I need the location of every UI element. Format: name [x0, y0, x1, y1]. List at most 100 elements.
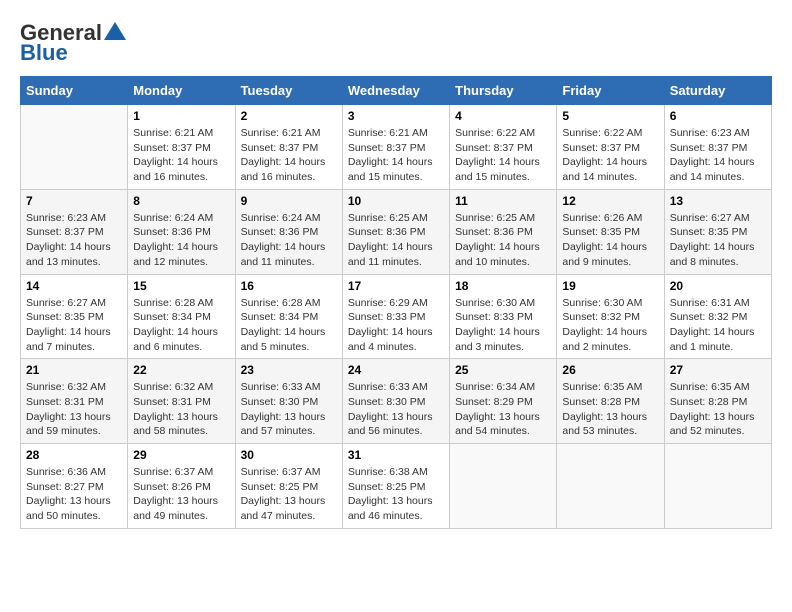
header-day-friday: Friday [557, 77, 664, 105]
header-day-wednesday: Wednesday [342, 77, 449, 105]
day-number: 9 [241, 194, 337, 208]
day-info: Sunrise: 6:21 AMSunset: 8:37 PMDaylight:… [241, 126, 337, 185]
calendar-header-row: SundayMondayTuesdayWednesdayThursdayFrid… [21, 77, 772, 105]
calendar-cell: 21Sunrise: 6:32 AMSunset: 8:31 PMDayligh… [21, 359, 128, 444]
day-number: 6 [670, 109, 766, 123]
calendar-cell [664, 444, 771, 529]
calendar-cell: 8Sunrise: 6:24 AMSunset: 8:36 PMDaylight… [128, 189, 235, 274]
day-info: Sunrise: 6:28 AMSunset: 8:34 PMDaylight:… [133, 296, 229, 355]
calendar-cell: 31 Sunrise: 6:38 AMSunset: 8:25 PMDayligh… [342, 444, 449, 529]
day-info: Sunrise: 6:28 AMSunset: 8:34 PMDaylight:… [241, 296, 337, 355]
calendar-cell: 14Sunrise: 6:27 AMSunset: 8:35 PMDayligh… [21, 274, 128, 359]
day-number: 5 [562, 109, 658, 123]
calendar-cell: 4 Sunrise: 6:22 AMSunset: 8:37 PMDaylight… [450, 105, 557, 190]
day-info: Sunrise: 6:35 AMSunset: 8:28 PMDaylight:… [562, 380, 658, 439]
day-info: Sunrise: 6:23 AMSunset: 8:37 PMDaylight:… [26, 211, 122, 270]
day-info: Sunrise: 6:27 AMSunset: 8:35 PMDaylight:… [26, 296, 122, 355]
calendar-cell: 30Sunrise: 6:37 AMSunset: 8:25 PMDayligh… [235, 444, 342, 529]
day-info: Sunrise: 6:24 AMSunset: 8:36 PMDaylight:… [241, 211, 337, 270]
calendar-cell: 6 Sunrise: 6:23 AMSunset: 8:37 PMDaylight… [664, 105, 771, 190]
calendar-cell [21, 105, 128, 190]
day-number: 31 [348, 448, 444, 462]
logo-icon [104, 22, 126, 40]
day-number: 16 [241, 279, 337, 293]
calendar-cell: 16 Sunrise: 6:28 AMSunset: 8:34 PMDayligh… [235, 274, 342, 359]
header-day-thursday: Thursday [450, 77, 557, 105]
calendar-week-row: 1Sunrise: 6:21 AMSunset: 8:37 PMDaylight… [21, 105, 772, 190]
day-info: Sunrise: 6:35 AMSunset: 8:28 PMDaylight:… [670, 380, 766, 439]
day-number: 17 [348, 279, 444, 293]
calendar-cell: 29Sunrise: 6:37 AMSunset: 8:26 PMDayligh… [128, 444, 235, 529]
calendar-cell: 17 Sunrise: 6:29 AMSunset: 8:33 PMDayligh… [342, 274, 449, 359]
day-info: Sunrise: 6:23 AMSunset: 8:37 PMDaylight:… [670, 126, 766, 185]
calendar-cell: 9 Sunrise: 6:24 AMSunset: 8:36 PMDaylight… [235, 189, 342, 274]
calendar-cell: 23 Sunrise: 6:33 AMSunset: 8:30 PMDayligh… [235, 359, 342, 444]
calendar-cell: 18 Sunrise: 6:30 AMSunset: 8:33 PMDayligh… [450, 274, 557, 359]
calendar-cell: 7 Sunrise: 6:23 AMSunset: 8:37 PMDaylight… [21, 189, 128, 274]
page-header: General Blue [20, 20, 772, 66]
day-info: Sunrise: 6:33 AMSunset: 8:30 PMDaylight:… [241, 380, 337, 439]
calendar-table: SundayMondayTuesdayWednesdayThursdayFrid… [20, 76, 772, 529]
calendar-cell: 12 Sunrise: 6:26 AMSunset: 8:35 PMDayligh… [557, 189, 664, 274]
day-info: Sunrise: 6:32 AMSunset: 8:31 PMDaylight:… [133, 380, 229, 439]
calendar-cell: 24 Sunrise: 6:33 AMSunset: 8:30 PMDayligh… [342, 359, 449, 444]
day-info: Sunrise: 6:30 AMSunset: 8:32 PMDaylight:… [562, 296, 658, 355]
calendar-cell: 20Sunrise: 6:31 AMSunset: 8:32 PMDayligh… [664, 274, 771, 359]
day-number: 19 [562, 279, 658, 293]
day-info: Sunrise: 6:27 AMSunset: 8:35 PMDaylight:… [670, 211, 766, 270]
calendar-cell: 2 Sunrise: 6:21 AMSunset: 8:37 PMDaylight… [235, 105, 342, 190]
day-info: Sunrise: 6:26 AMSunset: 8:35 PMDaylight:… [562, 211, 658, 270]
day-number: 18 [455, 279, 551, 293]
day-info: Sunrise: 6:21 AMSunset: 8:37 PMDaylight:… [133, 126, 229, 185]
header-day-sunday: Sunday [21, 77, 128, 105]
header-day-tuesday: Tuesday [235, 77, 342, 105]
day-info: Sunrise: 6:29 AMSunset: 8:33 PMDaylight:… [348, 296, 444, 355]
calendar-cell: 19 Sunrise: 6:30 AMSunset: 8:32 PMDayligh… [557, 274, 664, 359]
day-info: Sunrise: 6:32 AMSunset: 8:31 PMDaylight:… [26, 380, 122, 439]
day-number: 24 [348, 363, 444, 377]
day-info: Sunrise: 6:33 AMSunset: 8:30 PMDaylight:… [348, 380, 444, 439]
day-info: Sunrise: 6:30 AMSunset: 8:33 PMDaylight:… [455, 296, 551, 355]
calendar-cell: 1Sunrise: 6:21 AMSunset: 8:37 PMDaylight… [128, 105, 235, 190]
day-number: 25 [455, 363, 551, 377]
calendar-cell: 25Sunrise: 6:34 AMSunset: 8:29 PMDayligh… [450, 359, 557, 444]
logo: General Blue [20, 20, 126, 66]
day-number: 26 [562, 363, 658, 377]
header-day-monday: Monday [128, 77, 235, 105]
calendar-cell: 26 Sunrise: 6:35 AMSunset: 8:28 PMDayligh… [557, 359, 664, 444]
day-number: 13 [670, 194, 766, 208]
day-number: 27 [670, 363, 766, 377]
day-number: 10 [348, 194, 444, 208]
day-info: Sunrise: 6:37 AMSunset: 8:26 PMDaylight:… [133, 465, 229, 524]
calendar-cell: 10Sunrise: 6:25 AMSunset: 8:36 PMDayligh… [342, 189, 449, 274]
day-number: 4 [455, 109, 551, 123]
day-number: 22 [133, 363, 229, 377]
day-number: 7 [26, 194, 122, 208]
day-number: 8 [133, 194, 229, 208]
day-info: Sunrise: 6:22 AMSunset: 8:37 PMDaylight:… [455, 126, 551, 185]
day-info: Sunrise: 6:22 AMSunset: 8:37 PMDaylight:… [562, 126, 658, 185]
calendar-cell [450, 444, 557, 529]
day-info: Sunrise: 6:25 AMSunset: 8:36 PMDaylight:… [455, 211, 551, 270]
day-info: Sunrise: 6:38 AMSunset: 8:25 PMDaylight:… [348, 465, 444, 524]
day-number: 15 [133, 279, 229, 293]
header-day-saturday: Saturday [664, 77, 771, 105]
day-number: 12 [562, 194, 658, 208]
day-number: 23 [241, 363, 337, 377]
day-info: Sunrise: 6:21 AMSunset: 8:37 PMDaylight:… [348, 126, 444, 185]
calendar-cell: 22 Sunrise: 6:32 AMSunset: 8:31 PMDayligh… [128, 359, 235, 444]
day-number: 2 [241, 109, 337, 123]
day-number: 11 [455, 194, 551, 208]
calendar-week-row: 28Sunrise: 6:36 AMSunset: 8:27 PMDayligh… [21, 444, 772, 529]
logo-blue: Blue [20, 40, 68, 66]
calendar-cell: 11 Sunrise: 6:25 AMSunset: 8:36 PMDayligh… [450, 189, 557, 274]
calendar-cell: 3 Sunrise: 6:21 AMSunset: 8:37 PMDaylight… [342, 105, 449, 190]
day-info: Sunrise: 6:37 AMSunset: 8:25 PMDaylight:… [241, 465, 337, 524]
calendar-cell: 15 Sunrise: 6:28 AMSunset: 8:34 PMDayligh… [128, 274, 235, 359]
day-number: 20 [670, 279, 766, 293]
day-number: 3 [348, 109, 444, 123]
calendar-cell: 28Sunrise: 6:36 AMSunset: 8:27 PMDayligh… [21, 444, 128, 529]
calendar-week-row: 14Sunrise: 6:27 AMSunset: 8:35 PMDayligh… [21, 274, 772, 359]
calendar-cell: 5 Sunrise: 6:22 AMSunset: 8:37 PMDaylight… [557, 105, 664, 190]
calendar-cell [557, 444, 664, 529]
